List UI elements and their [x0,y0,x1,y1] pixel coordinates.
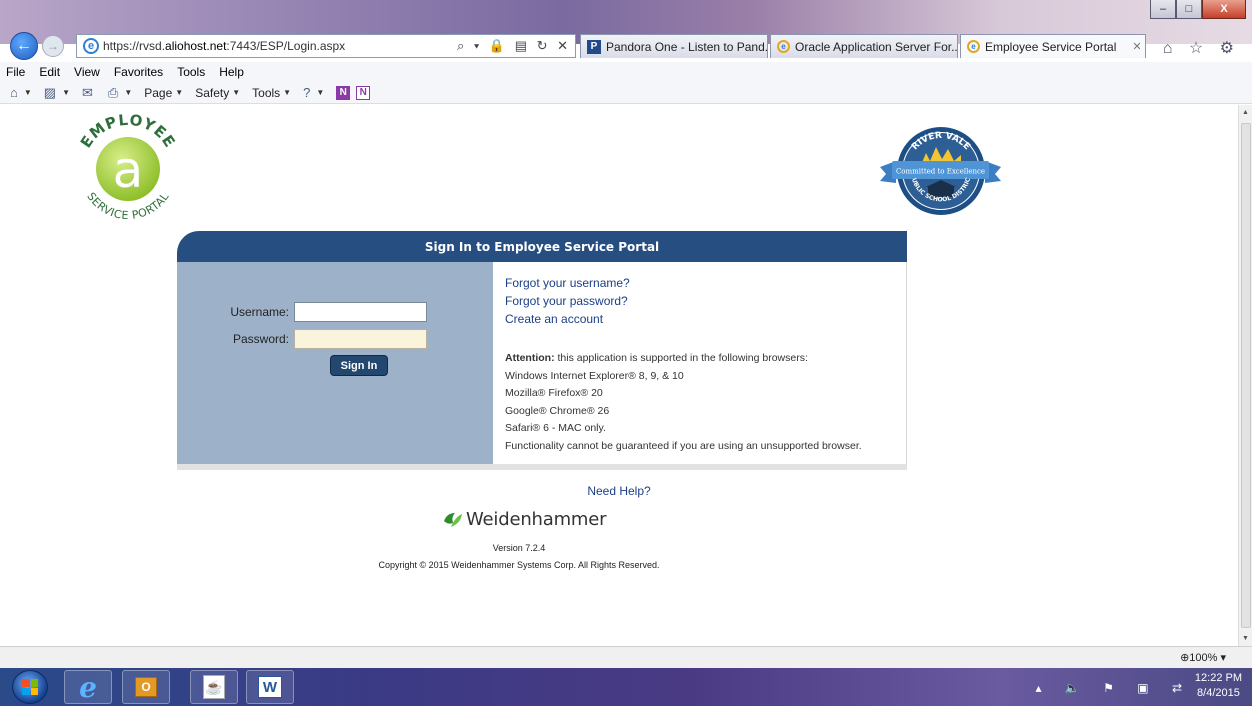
copyright-text: Copyright © 2015 Weidenhammer Systems Co… [378,560,660,570]
page-content: a EMPLOYEE SERVICE PORTAL Committed to E… [0,105,1238,646]
address-tools-icons[interactable]: ⌕ ▾ 🔒 ▤ ↻ ✕ [457,38,571,54]
need-help-link[interactable]: Need Help? [0,484,1238,498]
feeds-command[interactable]: ▨ ▼ [44,85,70,101]
system-tray-icons[interactable]: ▴ 🔈 ⚑ ▣ ⇄ [1036,681,1192,695]
address-bar[interactable]: e https://rvsd.aliohost.net:7443/ESP/Log… [76,34,576,58]
tab-strip: P Pandora One - Listen to Pand... e Orac… [580,34,1148,58]
weidenhammer-brand: Weidenhammer [466,509,607,530]
help-icon: ? [303,85,311,100]
weidenhammer-logo: Weidenhammer [443,509,607,530]
address-url[interactable]: https://rvsd.aliohost.net:7443/ESP/Login… [103,39,345,53]
browser-item: Windows Internet Explorer® 8, 9, & 10 [505,369,684,382]
ie-icon: e [83,38,99,54]
password-label: Password: [232,332,289,346]
print-icon: ⎙ [107,84,119,100]
back-button[interactable]: ← [10,32,38,60]
mail-icon: ✉ [82,84,93,100]
clock-date: 8/4/2015 [1197,687,1240,699]
window-controls: – □ X [1150,0,1246,19]
feeds-icon: ▨ [43,84,57,100]
close-tab-icon[interactable]: ✕ [1132,40,1141,53]
password-input[interactable] [294,329,427,349]
scroll-down-icon[interactable]: ▼ [1242,635,1249,642]
navigation-bar: ← → e https://rvsd.aliohost.net:7443/ESP… [0,26,1252,62]
username-label: Username: [230,305,289,319]
zoom-control[interactable]: ⊕100% ▾ [1180,651,1226,664]
pandora-icon: P [587,39,601,54]
login-form: Username: Password: Sign In [177,262,493,464]
vertical-scrollbar[interactable]: ▲ ▼ [1238,105,1252,646]
windows-logo-icon [22,679,38,695]
taskbar-java-button[interactable]: ☕ [190,670,238,704]
onenote-linked-icon[interactable]: N [356,85,371,100]
home-favorites-tools-icons[interactable]: ⌂ ☆ ⚙ [1163,38,1240,58]
windows-taskbar: e O ☕ W ▴ 🔈 ⚑ ▣ ⇄ 12:22 PM 8/4/2015 [0,668,1252,706]
taskbar-internet-explorer-icon[interactable]: e [64,670,112,704]
java-icon: ☕ [203,675,225,699]
onenote-icon[interactable]: N [336,85,351,100]
signin-panel-body: Username: Password: Sign In Forgot your … [177,262,907,464]
tab-oracle[interactable]: e Oracle Application Server For... [770,34,958,58]
create-account-link[interactable]: Create an account [505,310,894,328]
page-menu[interactable]: Page ▼ [144,86,183,100]
employee-service-portal-logo: a EMPLOYEE SERVICE PORTAL [77,111,178,221]
svg-text:Committed to Excellence: Committed to Excellence [896,168,985,176]
close-window-button[interactable]: X [1202,0,1246,19]
taskbar-outlook-button[interactable]: O [122,670,170,704]
start-button[interactable] [12,670,48,704]
print-command[interactable]: ⎙ ▼ [108,85,132,101]
help-info-section: Forgot your username? Forgot your passwo… [493,262,907,464]
clock-time: 12:22 PM [1194,672,1242,684]
tab-pandora[interactable]: P Pandora One - Listen to Pand... [580,34,768,58]
sign-in-button[interactable]: Sign In [330,355,388,376]
menu-favorites[interactable]: Favorites [114,65,163,79]
status-bar: ⊕100% ▾ [0,646,1252,668]
ie-icon: e [967,40,980,53]
tools-menu[interactable]: Tools ▼ [252,86,291,100]
username-input[interactable] [294,302,427,322]
forgot-password-link[interactable]: Forgot your password? [505,292,894,310]
forward-button[interactable]: → [42,35,64,57]
menu-file[interactable]: File [6,65,25,79]
tab-label: Oracle Application Server For... [795,39,958,54]
scroll-up-icon[interactable]: ▲ [1242,109,1249,116]
tab-label: Pandora One - Listen to Pand... [606,39,768,54]
menu-view[interactable]: View [74,65,100,79]
weidenhammer-leaf-icon [444,512,462,527]
help-command[interactable]: ? ▼ [303,85,324,100]
menu-help[interactable]: Help [219,65,244,79]
tab-label: Employee Service Portal [985,39,1117,54]
outlook-icon: O [135,677,157,697]
tab-employee-service-portal[interactable]: e Employee Service Portal ✕ [960,34,1146,58]
ie-icon: e [777,40,790,53]
river-vale-school-district-logo: Committed to Excellence RIVER VALE PUBLI… [878,123,1001,215]
browser-item: Safari® 6 - MAC only. [505,422,606,434]
maximize-button[interactable]: □ [1176,0,1202,19]
home-command[interactable]: ⌂ ▼ [10,85,32,100]
mail-command[interactable]: ✉ [82,85,96,101]
attention-line: Attention: this application is supported… [505,352,808,364]
word-icon: W [258,676,282,698]
signin-panel-footer [177,464,907,470]
minimize-button[interactable]: – [1150,0,1176,19]
unsupported-browser-note: Functionality cannot be guaranteed if yo… [505,439,862,452]
taskbar-word-button[interactable]: W [246,670,294,704]
menu-tools[interactable]: Tools [177,65,205,79]
signin-panel-title: Sign In to Employee Service Portal [177,231,907,262]
menu-bar: File Edit View Favorites Tools Help [0,62,1252,82]
command-bar: ⌂ ▼ ▨ ▼ ✉ ⎙ ▼ Page ▼ Safety ▼ Tools ▼ ? ▼ N N [0,82,1252,104]
system-clock[interactable]: 12:22 PM 8/4/2015 [1195,671,1242,701]
browser-item: Mozilla® Firefox® 20 [505,387,603,399]
signin-panel: Sign In to Employee Service Portal Usern… [177,231,907,471]
browser-item: Google® Chrome® 26 [505,404,610,417]
home-icon: ⌂ [10,85,18,100]
version-text: Version 7.2.4 [492,543,546,553]
scroll-thumb[interactable] [1241,123,1251,628]
forgot-username-link[interactable]: Forgot your username? [505,274,894,292]
menu-edit[interactable]: Edit [39,65,60,79]
zoom-icon: ⊕ [1180,652,1190,664]
supported-browsers-notice: Attention: this application is supported… [505,350,894,455]
svg-text:a: a [113,141,144,199]
safety-menu[interactable]: Safety ▼ [195,86,240,100]
